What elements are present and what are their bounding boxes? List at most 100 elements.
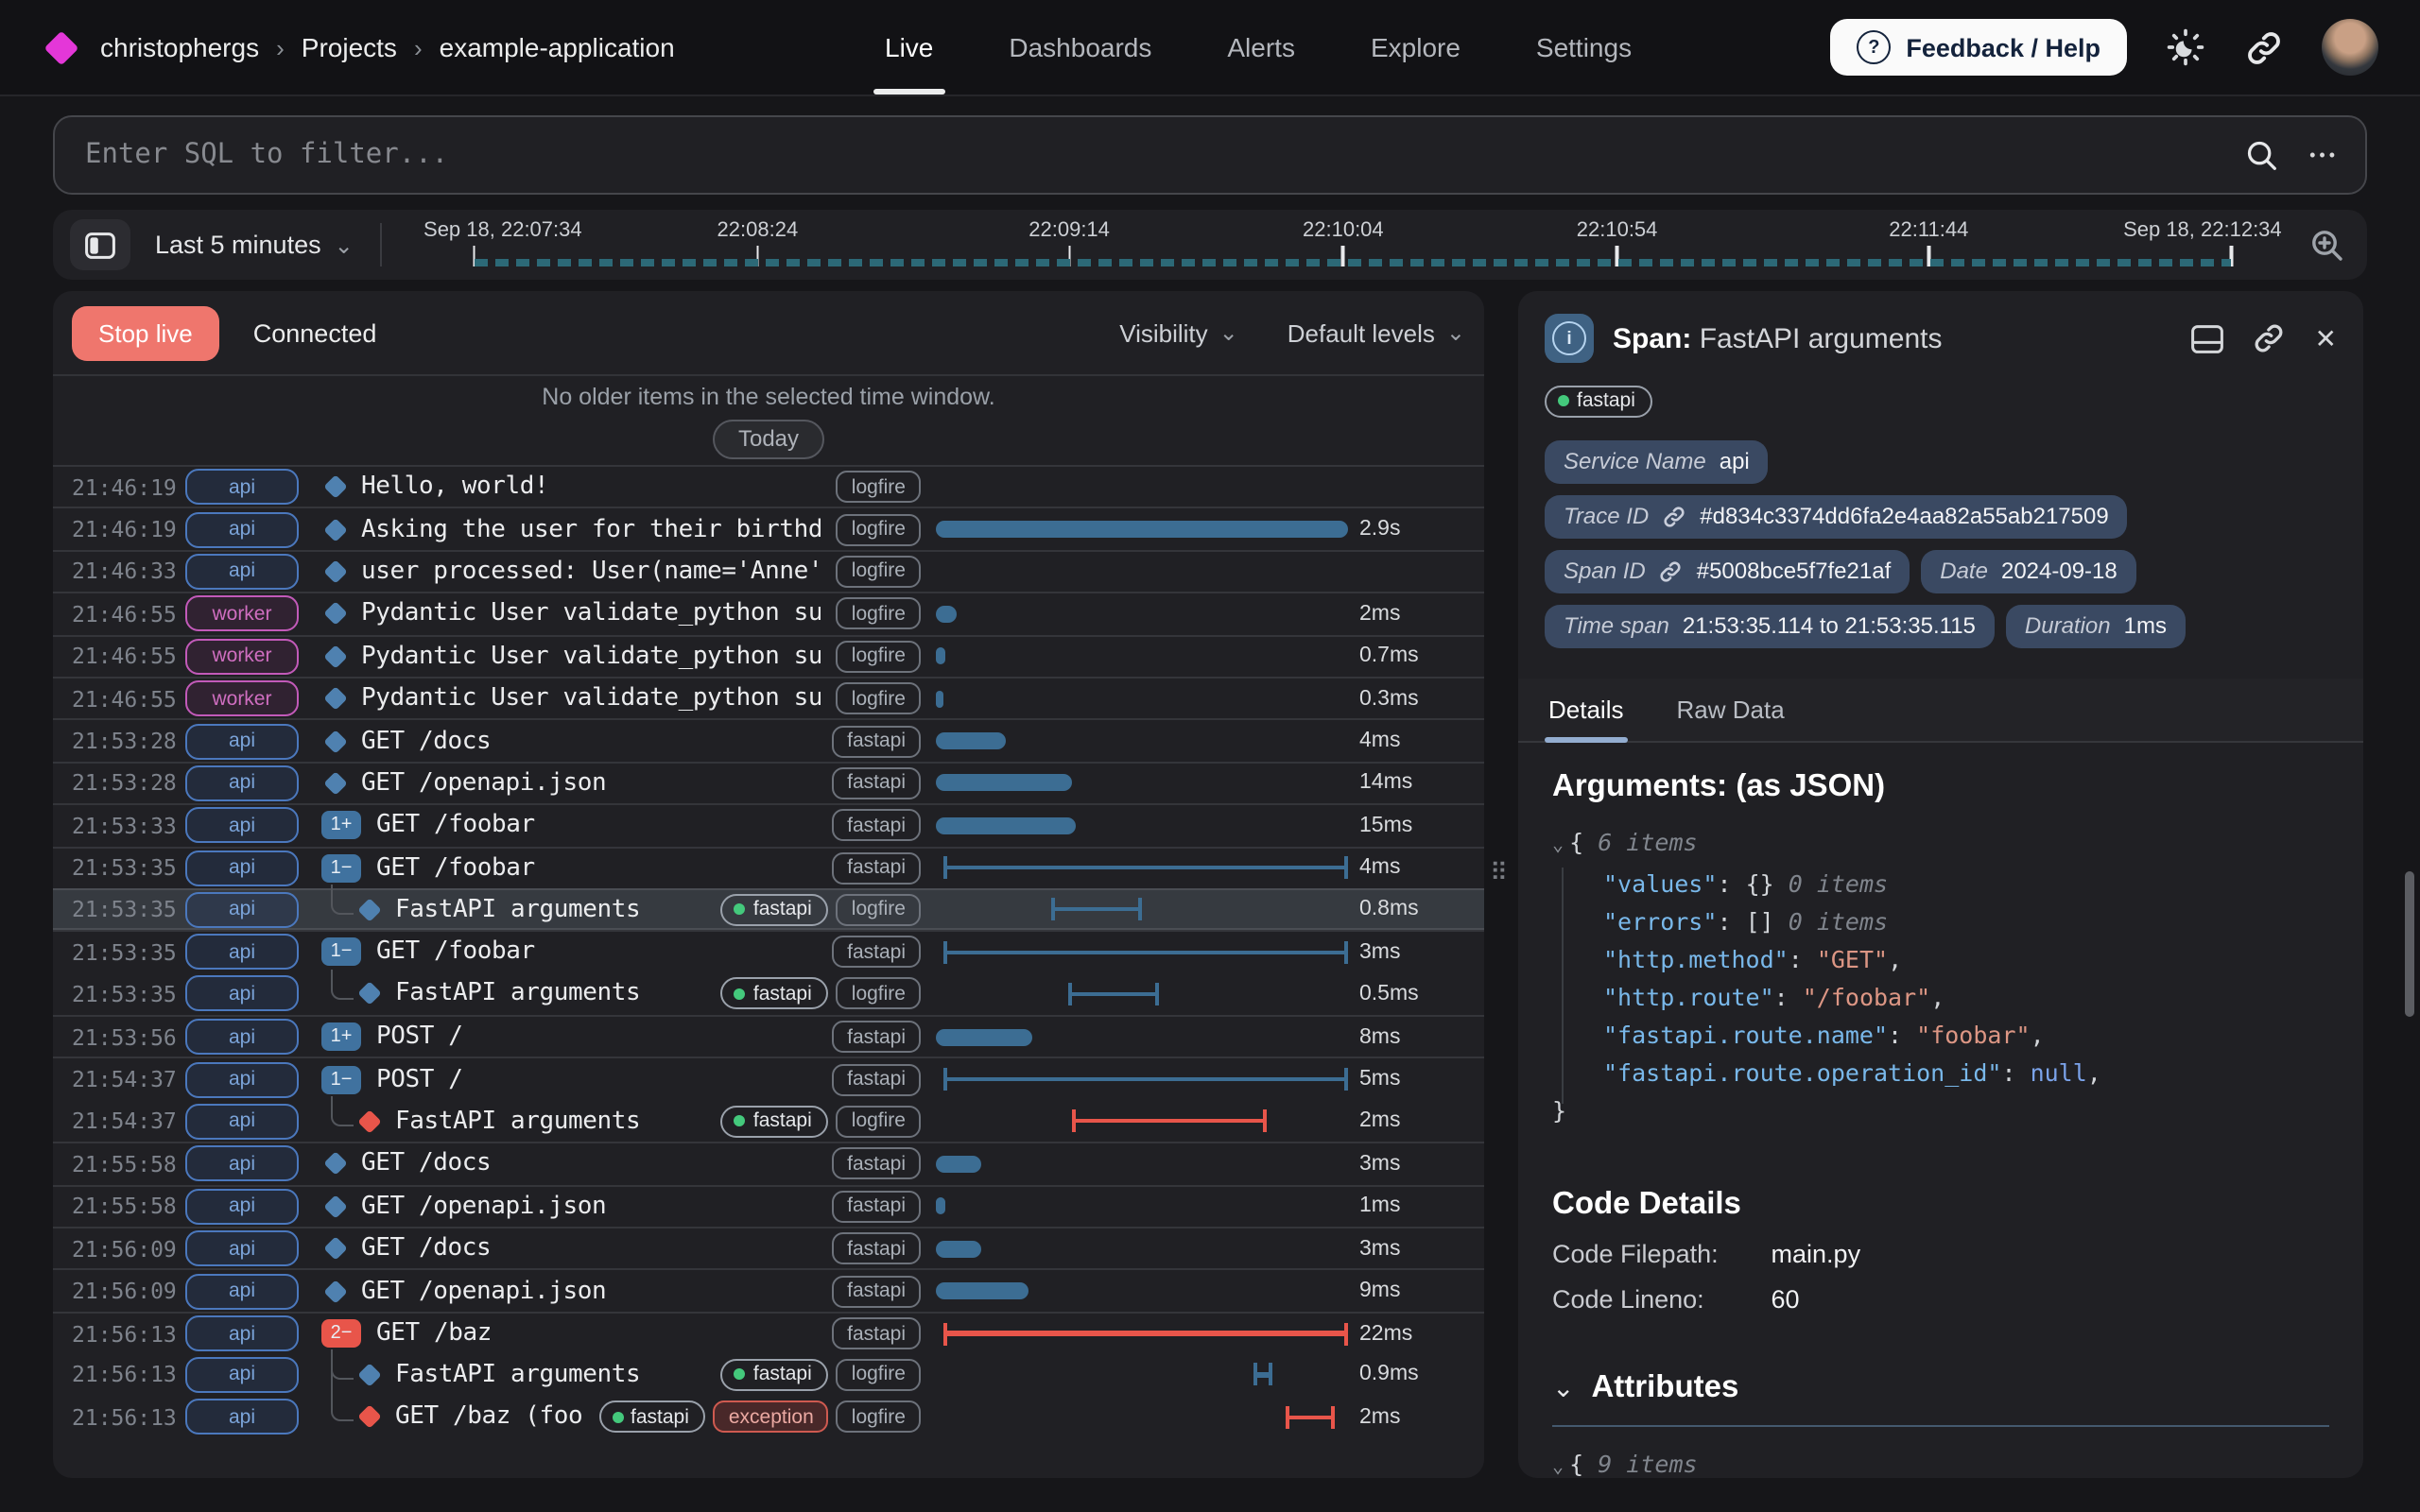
tag-logfire[interactable]: logfire bbox=[837, 471, 921, 503]
detail-tab-details[interactable]: Details bbox=[1545, 678, 1628, 740]
breadcrumb-christophergs[interactable]: christophergs bbox=[100, 32, 259, 62]
trace-row[interactable]: 21:46:55workerPydantic User validate_pyt… bbox=[53, 677, 1484, 719]
tag-logfire[interactable]: logfire bbox=[837, 556, 921, 588]
service-badge-api[interactable]: api bbox=[185, 765, 299, 801]
chip-date[interactable]: Date2024-09-18 bbox=[1921, 549, 2136, 593]
page-scrollbar-thumb[interactable] bbox=[2405, 871, 2414, 1017]
tag-logfire[interactable]: logfire bbox=[837, 1359, 921, 1391]
tag-fastapi[interactable]: fastapi bbox=[721, 893, 829, 925]
trace-row[interactable]: 21:46:19apiHello, world!logfire bbox=[53, 465, 1484, 507]
tag-logfire[interactable]: logfire bbox=[837, 1401, 921, 1434]
trace-row[interactable]: 21:55:58apiGET /docsfastapi3ms bbox=[53, 1143, 1484, 1185]
tag-logfire[interactable]: logfire bbox=[837, 598, 921, 630]
tag-logfire[interactable]: logfire bbox=[837, 893, 921, 925]
tag-fastapi[interactable]: fastapi bbox=[832, 1063, 921, 1095]
trace-row[interactable]: 21:53:56api1+POST /fastapi8ms bbox=[53, 1015, 1484, 1057]
breadcrumb-example-application[interactable]: example-application bbox=[440, 32, 675, 62]
today-button[interactable]: Today bbox=[714, 419, 823, 458]
service-badge-api[interactable]: api bbox=[185, 808, 299, 844]
service-badge-api[interactable]: api bbox=[185, 1020, 299, 1056]
default-levels-dropdown[interactable]: Default levels ⌄ bbox=[1288, 318, 1465, 347]
chip-service-name[interactable]: Service Nameapi bbox=[1545, 439, 1769, 483]
panel-resize-handle[interactable]: ⠿ bbox=[1490, 858, 1508, 888]
arguments-json[interactable]: ⌄{ 6 items"values": {} 0 items"errors": … bbox=[1552, 823, 2329, 1129]
trace-row[interactable]: 21:56:13apiGET /baz (foobar)fastapiexcep… bbox=[53, 1396, 1484, 1438]
service-badge-api[interactable]: api bbox=[185, 1400, 299, 1435]
search-icon[interactable] bbox=[2243, 137, 2279, 173]
service-tag-fastapi[interactable]: fastapi bbox=[1545, 385, 1652, 417]
tag-logfire[interactable]: logfire bbox=[837, 682, 921, 714]
copy-link-icon[interactable] bbox=[2253, 321, 2287, 355]
tab-settings[interactable]: Settings bbox=[1536, 0, 1632, 94]
service-badge-api[interactable]: api bbox=[185, 891, 299, 927]
trace-row[interactable]: 21:54:37apiFastAPI argumentsfastapilogfi… bbox=[53, 1100, 1484, 1143]
service-badge-api[interactable]: api bbox=[185, 1315, 299, 1351]
service-badge-api[interactable]: api bbox=[185, 935, 299, 971]
trace-row[interactable]: 21:46:33apiuser processed: User(name='An… bbox=[53, 550, 1484, 593]
service-badge-worker[interactable]: worker bbox=[185, 680, 299, 716]
service-badge-api[interactable]: api bbox=[185, 1230, 299, 1266]
tag-fastapi[interactable]: fastapi bbox=[721, 1105, 829, 1137]
service-badge-api[interactable]: api bbox=[185, 976, 299, 1012]
tag-logfire[interactable]: logfire bbox=[837, 978, 921, 1010]
expand-toggle-badge[interactable]: 1+ bbox=[321, 812, 361, 840]
trace-row[interactable]: 21:56:13apiFastAPI argumentsfastapilogfi… bbox=[53, 1353, 1484, 1396]
timeline-track[interactable]: Sep 18, 22:07:3422:08:2422:09:1422:10:04… bbox=[408, 210, 2297, 280]
expand-toggle-badge[interactable]: 1− bbox=[321, 853, 361, 882]
trace-row[interactable]: 21:53:28apiGET /openapi.jsonfastapi14ms bbox=[53, 761, 1484, 803]
service-badge-api[interactable]: api bbox=[185, 554, 299, 590]
tag-logfire[interactable]: logfire bbox=[837, 1105, 921, 1137]
close-icon[interactable]: ✕ bbox=[2315, 322, 2337, 354]
expand-toggle-badge[interactable]: 1− bbox=[321, 938, 361, 967]
stop-live-button[interactable]: Stop live bbox=[72, 305, 219, 360]
expand-toggle-badge[interactable]: 1+ bbox=[321, 1023, 361, 1052]
collapse-caret-icon[interactable]: ⌄ bbox=[1552, 1456, 1564, 1477]
trace-row[interactable]: 21:53:35apiFastAPI argumentsfastapilogfi… bbox=[53, 888, 1484, 931]
sql-filter-input[interactable] bbox=[81, 138, 2243, 172]
tag-fastapi[interactable]: fastapi bbox=[832, 1148, 921, 1180]
feedback-help-button[interactable]: ? Feedback / Help bbox=[1830, 19, 2127, 76]
service-badge-api[interactable]: api bbox=[185, 511, 299, 547]
service-badge-api[interactable]: api bbox=[185, 1273, 299, 1309]
trace-row[interactable]: 21:53:33api1+GET /foobarfastapi15ms bbox=[53, 803, 1484, 846]
chip-duration[interactable]: Duration1ms bbox=[2006, 604, 2186, 647]
trace-row[interactable]: 21:56:13api2−GET /bazfastapi22ms bbox=[53, 1312, 1484, 1354]
tag-fastapi[interactable]: fastapi bbox=[832, 1191, 921, 1223]
chip-time-span[interactable]: Time span21:53:35.114 to 21:53:35.115 bbox=[1545, 604, 1995, 647]
chip-span-id[interactable]: Span ID#5008bce5f7fe21af bbox=[1545, 549, 1910, 593]
expand-toggle-badge[interactable]: 2− bbox=[321, 1319, 361, 1348]
tag-fastapi[interactable]: fastapi bbox=[832, 1232, 921, 1264]
collapse-caret-icon[interactable]: ⌄ bbox=[1552, 834, 1564, 855]
service-badge-api[interactable]: api bbox=[185, 469, 299, 505]
more-options-icon[interactable]: ••• bbox=[2309, 146, 2339, 164]
trace-row[interactable]: 21:54:37api1−POST /fastapi5ms bbox=[53, 1057, 1484, 1100]
trace-row[interactable]: 21:53:35api1−GET /foobarfastapi4ms bbox=[53, 846, 1484, 888]
detail-tab-raw-data[interactable]: Raw Data bbox=[1673, 678, 1789, 740]
logfire-logo-icon[interactable] bbox=[44, 30, 79, 65]
trace-row[interactable]: 21:53:35api1−GET /foobarfastapi3ms bbox=[53, 931, 1484, 973]
tag-fastapi[interactable]: fastapi bbox=[832, 725, 921, 757]
trace-row[interactable]: 21:56:09apiGET /docsfastapi3ms bbox=[53, 1227, 1484, 1269]
tag-logfire[interactable]: logfire bbox=[837, 513, 921, 545]
tag-fastapi[interactable]: fastapi bbox=[832, 1317, 921, 1349]
tag-fastapi[interactable]: fastapi bbox=[832, 1022, 921, 1054]
user-avatar[interactable] bbox=[2322, 19, 2378, 76]
tag-fastapi[interactable]: fastapi bbox=[721, 978, 829, 1010]
tab-explore[interactable]: Explore bbox=[1371, 0, 1461, 94]
chip-trace-id[interactable]: Trace ID#d834c3374dd6fa2e4aa82a55ab21750… bbox=[1545, 494, 2128, 538]
tab-alerts[interactable]: Alerts bbox=[1227, 0, 1295, 94]
visibility-dropdown[interactable]: Visibility ⌄ bbox=[1119, 318, 1238, 347]
trace-row[interactable]: 21:53:35apiFastAPI argumentsfastapilogfi… bbox=[53, 972, 1484, 1015]
tag-logfire[interactable]: logfire bbox=[837, 641, 921, 673]
tag-fastapi[interactable]: fastapi bbox=[598, 1401, 706, 1434]
attributes-json[interactable]: ⌄{ 9 items"code.filepath": "main.py","co… bbox=[1552, 1445, 2329, 1478]
tag-fastapi[interactable]: fastapi bbox=[832, 851, 921, 884]
service-badge-api[interactable]: api bbox=[185, 1146, 299, 1182]
trace-row[interactable]: 21:46:19apiAsking the user for their bir… bbox=[53, 507, 1484, 550]
service-badge-api[interactable]: api bbox=[185, 1103, 299, 1139]
share-link-icon[interactable] bbox=[2244, 27, 2284, 67]
service-badge-worker[interactable]: worker bbox=[185, 639, 299, 675]
tag-fastapi[interactable]: fastapi bbox=[832, 936, 921, 969]
sidebar-toggle-button[interactable] bbox=[70, 219, 130, 270]
service-badge-api[interactable]: api bbox=[185, 1189, 299, 1225]
